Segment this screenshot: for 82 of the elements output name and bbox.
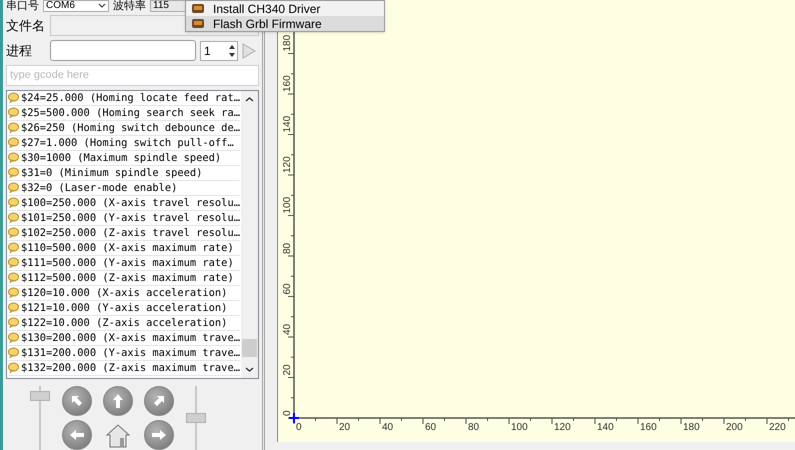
ruler-label: 60 — [425, 422, 436, 433]
port-label: 串口号 — [6, 0, 39, 12]
console-line: $121=10.000 (Y-axis acceleration) — [21, 302, 228, 313]
progress-label: 进程 — [6, 42, 33, 60]
console-line: $132=200.000 (Z-axis maximum trave… — [21, 362, 240, 373]
ruler-label: 200 — [726, 422, 743, 433]
ruler-label: 120 — [554, 422, 571, 433]
speech-bubble-icon — [8, 287, 19, 298]
ruler-label: 0 — [282, 410, 293, 416]
ruler-label: 40 — [282, 324, 293, 335]
scrollbar-thumb[interactable] — [242, 339, 257, 357]
console-line: $122=10.000 (Z-axis acceleration) — [21, 318, 228, 328]
ruler-label: 100 — [511, 422, 528, 433]
menu-item[interactable]: Flash Grbl Firmware — [186, 16, 384, 31]
slider-thumb[interactable] — [30, 391, 50, 402]
speech-bubble-icon — [8, 107, 19, 118]
jog-up-button[interactable] — [103, 386, 133, 416]
speech-bubble-icon — [8, 167, 19, 178]
console-line: $110=500.000 (X-axis maximum rate) — [21, 242, 234, 253]
console-line: $111=500.000 (Y-axis maximum rate) — [21, 258, 234, 268]
speech-bubble-icon — [8, 137, 19, 148]
slider-thumb[interactable] — [186, 413, 206, 423]
console-line: $30=1000 (Maximum spindle speed) — [21, 152, 222, 163]
ruler-label: 180 — [282, 34, 293, 52]
speech-bubble-icon — [8, 122, 19, 134]
ruler-label: 140 — [597, 422, 614, 433]
speech-bubble-icon — [8, 92, 19, 104]
caret-icon — [98, 3, 106, 8]
speech-bubble-icon — [8, 362, 19, 374]
chip-icon — [191, 3, 205, 14]
jog-up-left-button[interactable] — [62, 386, 92, 416]
gcode-input-field[interactable]: type gcode here — [6, 64, 259, 86]
jog-up-right-button[interactable] — [144, 386, 174, 416]
speech-bubble-icon — [8, 257, 19, 268]
scrollbar[interactable] — [241, 90, 258, 378]
jog-right-button[interactable] — [144, 420, 174, 450]
speech-bubble-icon — [8, 227, 19, 238]
speech-bubble-icon — [8, 152, 19, 164]
ruler-label: 20 — [282, 364, 293, 376]
speech-bubble-icon — [8, 242, 19, 254]
ruler-label: 160 — [640, 422, 657, 433]
speech-bubble-icon — [8, 332, 19, 344]
speech-bubble-icon — [8, 182, 19, 194]
console-line: $102=250.000 (Z-axis travel resolu… — [21, 228, 240, 238]
ruler-label: 80 — [282, 242, 293, 254]
speech-bubble-icon — [8, 197, 19, 208]
speech-bubble-icon — [8, 347, 19, 358]
ruler-label: 180 — [683, 422, 700, 433]
console-line: $32=0 (Laser-mode enable) — [21, 182, 178, 193]
ruler-label: 20 — [339, 422, 350, 433]
ruler-label: 80 — [468, 422, 480, 433]
scroll-down-icon[interactable] — [245, 367, 254, 372]
speech-bubble-icon — [8, 272, 19, 284]
console-line: $130=200.000 (X-axis maximum trave… — [21, 332, 240, 343]
speech-bubble-icon — [8, 317, 19, 328]
console-line: $131=200.000 (Y-axis maximum trave… — [21, 348, 240, 358]
ruler-label: 100 — [282, 196, 293, 214]
port-dropdown[interactable]: COM6 — [43, 0, 109, 12]
chip-icon — [191, 18, 205, 29]
ruler-label: 120 — [282, 156, 293, 173]
ruler-label: 160 — [282, 75, 293, 92]
ruler-label: 60 — [282, 283, 293, 294]
console-line: $25=500.000 (Homing search seek ra… — [21, 108, 240, 118]
speech-bubble-icon — [8, 212, 19, 224]
console-line: $100=250.000 (X-axis travel resolu… — [21, 198, 240, 208]
console-line: $101=250.000 (Y-axis travel resolu… — [21, 212, 240, 223]
scroll-up-icon[interactable] — [245, 96, 254, 102]
copies-spinner[interactable]: 1 — [200, 40, 238, 61]
file-label: 文件名 — [6, 17, 46, 36]
ruler-label: 0 — [296, 422, 302, 433]
console-line: $120=10.000 (X-axis acceleration) — [21, 288, 228, 298]
console-line: $112=500.000 (Z-axis maximum rate) — [21, 272, 234, 283]
console-line: $27=1.000 (Homing switch pull-off… — [21, 138, 234, 148]
console-line: $24=25.000 (Homing locate feed rat… — [21, 92, 240, 103]
ruler-label: 40 — [382, 422, 394, 433]
console-line: $31=0 (Minimum spindle speed) — [21, 168, 202, 178]
origin-cross-icon — [288, 412, 300, 424]
console-line: $26=250 (Homing switch debounce de… — [21, 122, 240, 133]
ruler-label: 140 — [282, 116, 293, 132]
ruler-label: 220 — [769, 422, 786, 433]
jog-left-button[interactable] — [62, 420, 92, 450]
speech-bubble-icon — [8, 302, 19, 314]
